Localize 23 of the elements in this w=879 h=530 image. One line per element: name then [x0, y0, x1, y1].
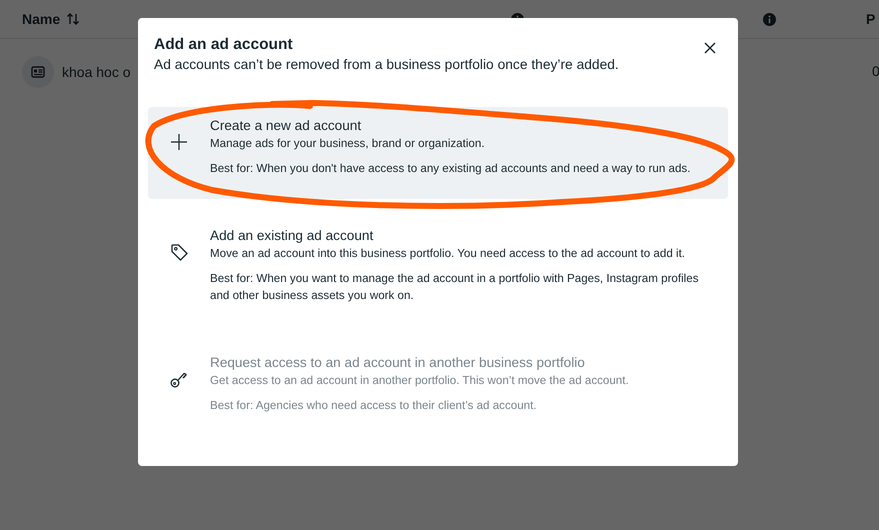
key-icon — [170, 370, 188, 388]
column-header[interactable]: Name — [22, 11, 60, 27]
table-cell: khoa hoc o — [62, 64, 130, 80]
close-icon — [704, 42, 716, 54]
dialog-subtitle: Ad accounts can’t be removed from a business portfolio once they’re added. — [154, 56, 619, 74]
tag-icon — [170, 243, 188, 261]
table-cell: 0 — [872, 63, 879, 79]
card-icon — [31, 66, 45, 78]
sort-icon — [66, 12, 80, 26]
option-title: Request access to an ad account in another business portfolio — [210, 354, 586, 372]
option-description: Manage ads for your business, brand or organization. — [210, 136, 486, 152]
dialog-title: Add an ad account — [154, 36, 294, 54]
option-description: Get access to an ad account in another portfolio. This won’t move the ad account. — [210, 373, 630, 389]
option-description: Move an ad account into this business portfolio. You need access to the ad account to add it. — [210, 246, 686, 262]
option-note: Best for: Agencies who need access to their client’s ad account. — [210, 398, 538, 414]
option-title: Add an existing ad account — [210, 227, 374, 245]
option-note: Best for: When you want to manage the ad account in a portfolio with Pages, Instagram profiles and other business assets you work on. — [210, 271, 700, 304]
option-note: Best for: When you don't have access to any existing ad accounts and need a way to run ads. — [210, 161, 692, 177]
option-item[interactable]: Create a new ad account Manage ads for your business, brand or organization. Best for: When you don't have access to any existing ad accounts and need a way to run ads. — [148, 107, 728, 199]
info-icon — [763, 12, 776, 26]
column-header[interactable]: P — [866, 11, 876, 27]
plus-icon — [170, 133, 188, 151]
option-title: Create a new ad account — [210, 117, 362, 135]
